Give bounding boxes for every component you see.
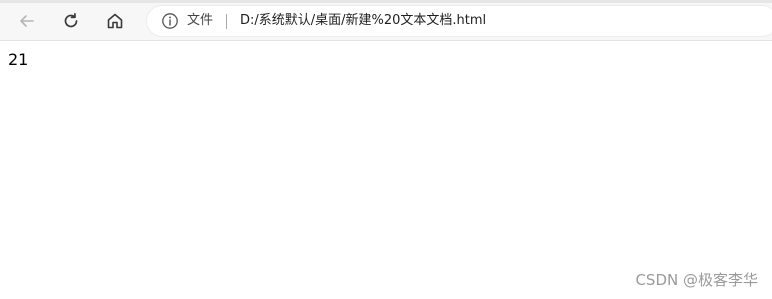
site-scheme-label: 文件 [187, 13, 214, 28]
info-icon[interactable] [161, 12, 179, 30]
back-arrow-icon [20, 15, 34, 27]
watermark: CSDN @极客李华 [635, 271, 758, 289]
address-bar[interactable]: 文件 D:/系统默认/桌面/新建%20文本文档.html [146, 5, 772, 37]
home-button[interactable] [100, 7, 130, 35]
address-separator [226, 14, 227, 29]
back-button[interactable] [12, 7, 42, 35]
url-text[interactable]: D:/系统默认/桌面/新建%20文本文档.html [240, 6, 486, 36]
refresh-button[interactable] [56, 7, 86, 35]
browser-toolbar: 文件 D:/系统默认/桌面/新建%20文本文档.html [0, 0, 772, 41]
home-icon [107, 13, 123, 29]
refresh-icon [64, 12, 78, 28]
page-output: 21 [8, 50, 29, 69]
tab-strip-edge [0, 0, 772, 3]
